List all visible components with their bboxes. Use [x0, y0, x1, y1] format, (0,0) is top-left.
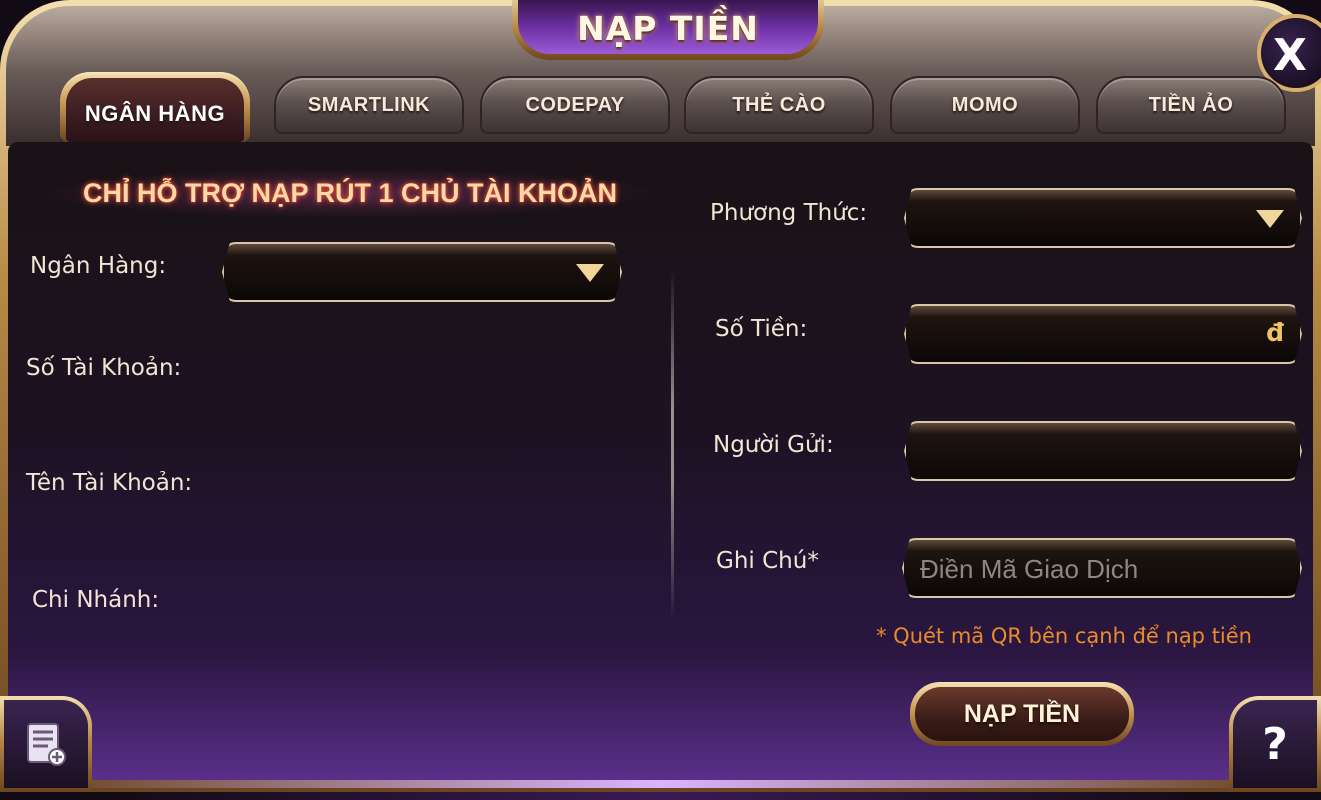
- tab-ngan-hang[interactable]: NGÂN HÀNG: [60, 72, 250, 142]
- tab-the-cao[interactable]: THẺ CÀO: [684, 76, 874, 134]
- account-name-label: Tên Tài Khoản:: [26, 470, 193, 496]
- tab-smartlink[interactable]: SMARTLINK: [274, 76, 464, 134]
- history-button-inner: [4, 700, 88, 788]
- submit-button[interactable]: NẠP TIỀN: [910, 682, 1134, 746]
- currency-unit: đ: [1266, 318, 1284, 347]
- help-button-inner: ?: [1233, 700, 1317, 788]
- headline: CHỈ HỖ TRỢ NẠP RÚT 1 CHỦ TÀI KHOẢN: [40, 168, 660, 218]
- account-number-label: Số Tài Khoản:: [26, 355, 182, 381]
- column-divider: [671, 270, 674, 620]
- question-icon: ?: [1262, 718, 1288, 770]
- tab-bar: NGÂN HÀNG SMARTLINK CODEPAY THẺ CÀO MOMO…: [60, 72, 1290, 142]
- title-banner-inner: NẠP TIỀN: [518, 0, 818, 54]
- help-button[interactable]: ?: [1229, 696, 1321, 792]
- note-input[interactable]: Điền Mã Giao Dịch: [902, 538, 1302, 598]
- dialog-title: NẠP TIỀN: [577, 9, 759, 48]
- bank-select[interactable]: [222, 242, 622, 302]
- sender-label: Người Gửi:: [713, 432, 834, 458]
- history-list-icon: [27, 723, 66, 766]
- bottom-glow: [40, 780, 1280, 788]
- qr-hint: * Quét mã QR bên cạnh để nạp tiền: [876, 624, 1252, 648]
- headline-text: CHỈ HỖ TRỢ NẠP RÚT 1 CHỦ TÀI KHOẢN: [82, 177, 618, 208]
- chevron-down-icon: [1256, 210, 1284, 228]
- history-button[interactable]: [0, 696, 92, 792]
- amount-input[interactable]: đ: [904, 304, 1302, 364]
- tab-tien-ao[interactable]: TIỀN ẢO: [1096, 76, 1286, 134]
- tab-codepay[interactable]: CODEPAY: [480, 76, 670, 134]
- branch-label: Chi Nhánh:: [32, 587, 160, 613]
- tab-label: NGÂN HÀNG: [66, 78, 244, 142]
- bank-label: Ngân Hàng:: [30, 253, 167, 279]
- method-label: Phương Thức:: [710, 200, 868, 226]
- method-select[interactable]: [904, 188, 1302, 248]
- chevron-down-icon: [576, 264, 604, 282]
- tab-momo[interactable]: MOMO: [890, 76, 1080, 134]
- note-placeholder: Điền Mã Giao Dịch: [920, 554, 1139, 584]
- amount-label: Số Tiền:: [715, 316, 808, 342]
- note-label: Ghi Chú*: [716, 548, 819, 574]
- title-banner: NẠP TIỀN: [512, 0, 824, 60]
- submit-button-label: NẠP TIỀN: [915, 687, 1129, 741]
- sender-input[interactable]: [904, 421, 1302, 481]
